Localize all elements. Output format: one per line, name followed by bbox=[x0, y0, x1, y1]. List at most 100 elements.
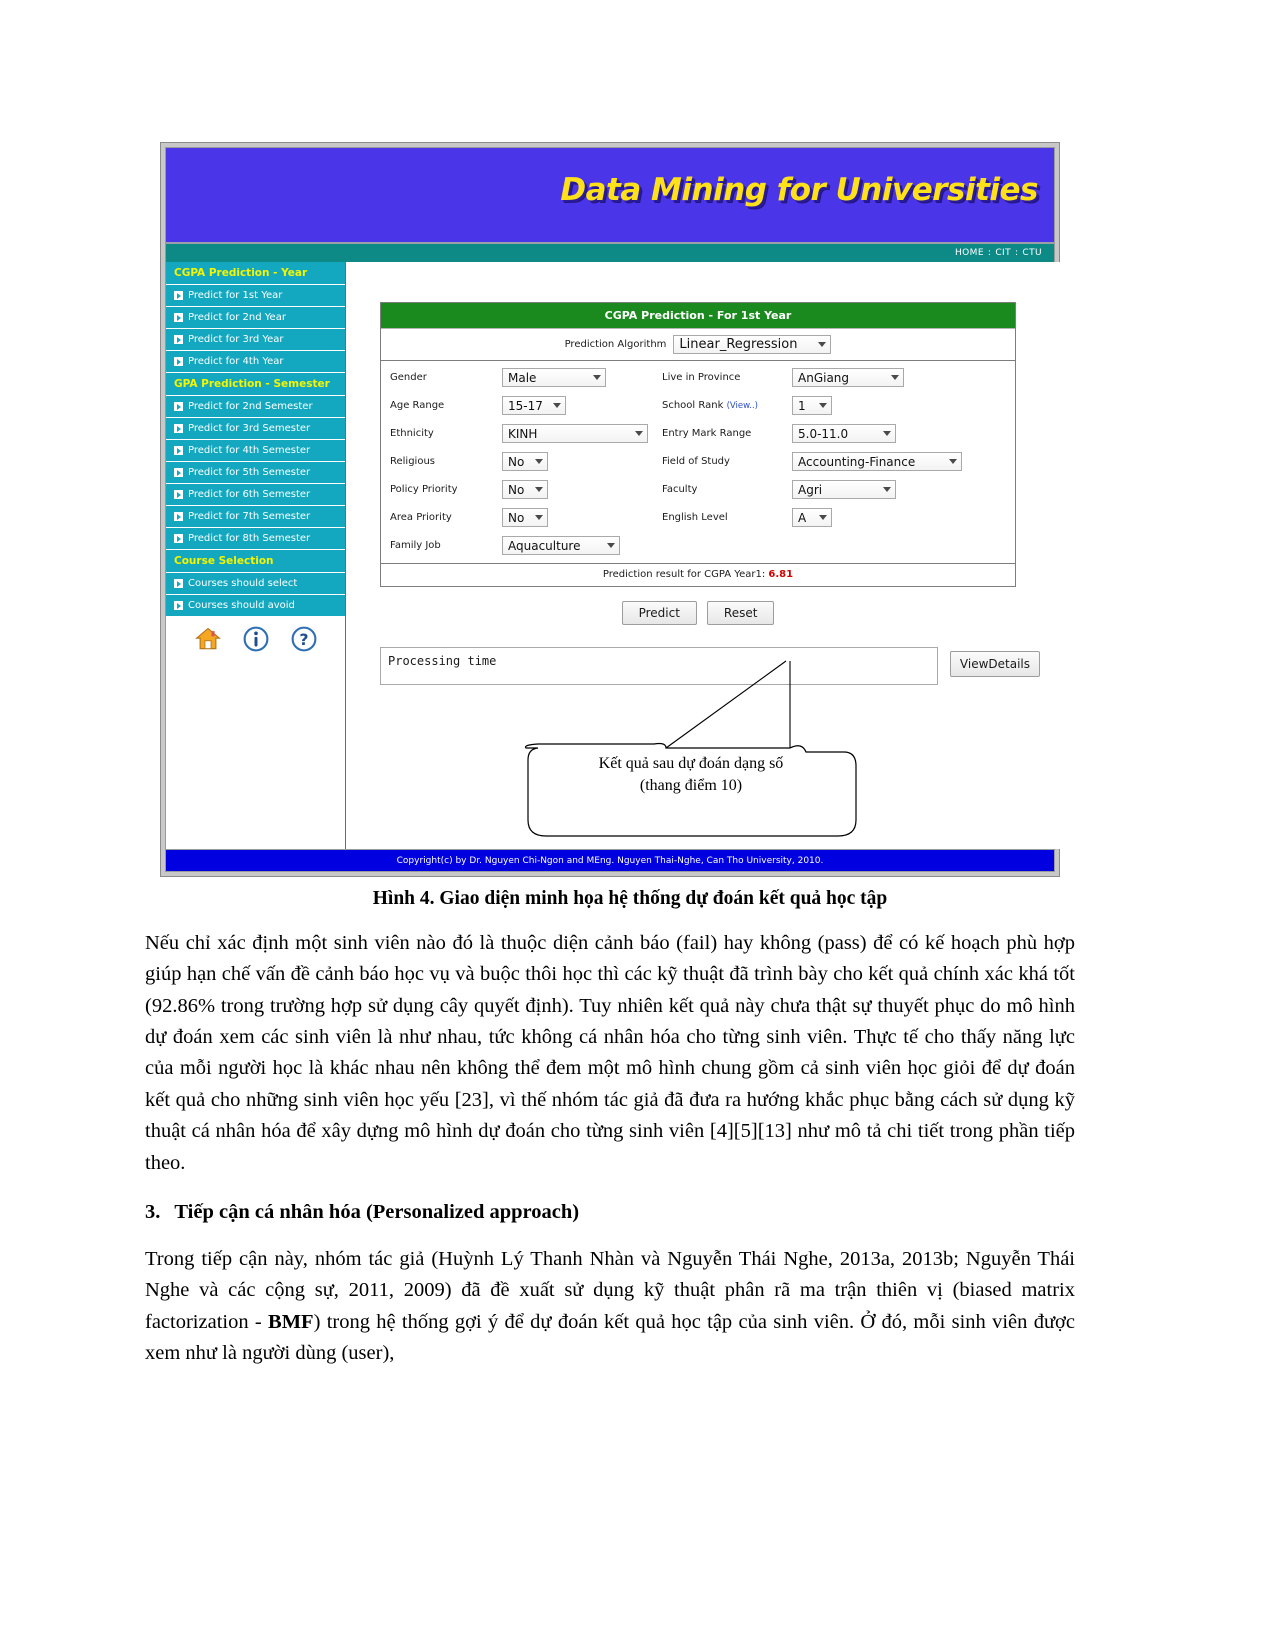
sidebar-item-label: Predict for 1st Year bbox=[188, 290, 283, 301]
arrow-icon bbox=[174, 601, 183, 610]
school-rank-select[interactable]: 1 bbox=[792, 396, 832, 415]
algorithm-select-value: Linear_Regression bbox=[679, 337, 798, 352]
processing-time-output: Processing time bbox=[380, 647, 938, 685]
arrow-icon bbox=[174, 490, 183, 499]
label-policy-priority: Policy Priority bbox=[390, 484, 458, 495]
figure-caption: Hình 4. Giao diện minh họa hệ thống dự đ… bbox=[372, 888, 888, 909]
label-school-rank: School Rank (View..) bbox=[662, 400, 792, 411]
sidebar-item-predict-3rd-year[interactable]: Predict for 3rd Year bbox=[166, 329, 345, 351]
chevron-down-icon bbox=[635, 431, 643, 436]
predict-button[interactable]: Predict bbox=[621, 601, 697, 625]
english-level-select[interactable]: A bbox=[792, 508, 832, 527]
paragraph-2-bmf: BMF bbox=[268, 1310, 314, 1333]
gender-select-value: Male bbox=[508, 370, 537, 385]
chevron-down-icon bbox=[883, 487, 891, 492]
sidebar-item-courses-should-select[interactable]: Courses should select bbox=[166, 573, 345, 595]
sidebar: CGPA Prediction - Year Predict for 1st Y… bbox=[166, 262, 346, 849]
entry-mark-range-select-value: 5.0-11.0 bbox=[798, 426, 849, 441]
sidebar-group-title-gpa: GPA Prediction - Semester bbox=[166, 373, 345, 396]
chevron-down-icon bbox=[593, 375, 601, 380]
svg-text:?: ? bbox=[299, 630, 308, 649]
arrow-icon bbox=[174, 313, 183, 322]
info-icon[interactable] bbox=[242, 625, 270, 653]
sidebar-item-predict-2nd-semester[interactable]: Predict for 2nd Semester bbox=[166, 396, 345, 418]
chevron-down-icon bbox=[818, 342, 827, 347]
province-select-value: AnGiang bbox=[798, 370, 850, 385]
nav-link-cit[interactable]: CIT bbox=[995, 248, 1011, 258]
sidebar-item-label: Courses should avoid bbox=[188, 600, 295, 611]
ethnicity-select[interactable]: KINH bbox=[502, 424, 648, 443]
gender-select[interactable]: Male bbox=[502, 368, 606, 387]
sidebar-item-courses-should-avoid[interactable]: Courses should avoid bbox=[166, 595, 345, 617]
field-of-study-select[interactable]: Accounting-Finance bbox=[792, 452, 962, 471]
label-age-range: Age Range bbox=[390, 400, 445, 411]
sidebar-item-predict-8th-semester[interactable]: Predict for 8th Semester bbox=[166, 528, 345, 550]
panel-title: CGPA Prediction - For 1st Year bbox=[381, 303, 1015, 328]
label-faculty: Faculty bbox=[662, 484, 698, 495]
province-select[interactable]: AnGiang bbox=[792, 368, 904, 387]
age-range-select[interactable]: 15-17 bbox=[502, 396, 566, 415]
algorithm-label: Prediction Algorithm bbox=[564, 339, 667, 350]
help-icon[interactable]: ? bbox=[290, 625, 318, 653]
reset-button[interactable]: Reset bbox=[706, 601, 775, 625]
chevron-down-icon bbox=[819, 515, 827, 520]
sidebar-group-title-course-selection: Course Selection bbox=[166, 550, 345, 573]
faculty-select[interactable]: Agri bbox=[792, 480, 896, 499]
label-area-priority: Area Priority bbox=[390, 512, 452, 523]
policy-priority-select[interactable]: No bbox=[502, 480, 548, 499]
sidebar-item-predict-3rd-semester[interactable]: Predict for 3rd Semester bbox=[166, 418, 345, 440]
faculty-select-value: Agri bbox=[798, 482, 823, 497]
arrow-icon bbox=[174, 291, 183, 300]
annotation-line-1: Kết quả sau dự đoán dạng số bbox=[598, 755, 784, 772]
sidebar-item-label: Predict for 3rd Year bbox=[188, 334, 284, 345]
sidebar-item-label: Predict for 8th Semester bbox=[188, 533, 311, 544]
prediction-result-value: 6.81 bbox=[768, 569, 794, 580]
sidebar-item-label: Predict for 4th Semester bbox=[188, 445, 311, 456]
nav-link-home[interactable]: HOME bbox=[955, 248, 984, 258]
sidebar-item-predict-6th-semester[interactable]: Predict for 6th Semester bbox=[166, 484, 345, 506]
algorithm-select[interactable]: Linear_Regression bbox=[673, 335, 832, 354]
paragraph-2: Trong tiếp cận này, nhóm tác giả (Huỳnh … bbox=[145, 1244, 1075, 1369]
sidebar-item-label: Predict for 6th Semester bbox=[188, 489, 311, 500]
sidebar-item-predict-7th-semester[interactable]: Predict for 7th Semester bbox=[166, 506, 345, 528]
label-family-job: Family Job bbox=[390, 540, 441, 551]
action-button-row: Predict Reset bbox=[380, 601, 1016, 625]
arrow-icon bbox=[174, 468, 183, 477]
sidebar-item-predict-5th-semester[interactable]: Predict for 5th Semester bbox=[166, 462, 345, 484]
sidebar-item-label: Predict for 2nd Semester bbox=[188, 401, 313, 412]
policy-priority-select-value: No bbox=[508, 482, 525, 497]
label-ethnicity: Ethnicity bbox=[390, 428, 434, 439]
area-priority-select[interactable]: No bbox=[502, 508, 548, 527]
sidebar-item-predict-4th-year[interactable]: Predict for 4th Year bbox=[166, 351, 345, 373]
app-banner: Data Mining for Universities bbox=[166, 148, 1054, 244]
app-title: Data Mining for Universities bbox=[560, 172, 1038, 208]
sidebar-icon-bar: ? bbox=[166, 617, 345, 849]
arrow-icon bbox=[174, 579, 183, 588]
chevron-down-icon bbox=[607, 543, 615, 548]
arrow-icon bbox=[174, 402, 183, 411]
arrow-icon bbox=[174, 357, 183, 366]
top-nav: HOME : CIT : CTU bbox=[166, 244, 1054, 262]
school-rank-view-link[interactable]: (View..) bbox=[727, 401, 758, 411]
chevron-down-icon bbox=[819, 403, 827, 408]
religious-select[interactable]: No bbox=[502, 452, 548, 471]
annotation-text: Kết quả sau dự đoán dạng số (thang điểm … bbox=[526, 753, 856, 796]
app-footer: Copyright(c) by Dr. Nguyen Chi-Ngon and … bbox=[166, 849, 1054, 871]
chevron-down-icon bbox=[535, 487, 543, 492]
ethnicity-select-value: KINH bbox=[508, 426, 538, 441]
entry-mark-range-select[interactable]: 5.0-11.0 bbox=[792, 424, 896, 443]
area-priority-select-value: No bbox=[508, 510, 525, 525]
prediction-result-label: Prediction result for CGPA Year1: bbox=[602, 569, 766, 580]
sidebar-item-predict-4th-semester[interactable]: Predict for 4th Semester bbox=[166, 440, 345, 462]
family-job-select[interactable]: Aquaculture bbox=[502, 536, 620, 555]
view-details-button[interactable]: ViewDetails bbox=[949, 651, 1040, 677]
school-rank-text: School Rank bbox=[662, 400, 724, 411]
prediction-result-row: Prediction result for CGPA Year1: 6.81 bbox=[381, 563, 1015, 586]
label-religious: Religious bbox=[390, 456, 435, 467]
english-level-select-value: A bbox=[798, 510, 807, 525]
sidebar-item-predict-2nd-year[interactable]: Predict for 2nd Year bbox=[166, 307, 345, 329]
sidebar-item-predict-1st-year[interactable]: Predict for 1st Year bbox=[166, 285, 345, 307]
nav-link-ctu[interactable]: CTU bbox=[1022, 248, 1042, 258]
web-application: Data Mining for Universities HOME : CIT … bbox=[165, 147, 1060, 872]
home-icon[interactable] bbox=[194, 625, 222, 653]
